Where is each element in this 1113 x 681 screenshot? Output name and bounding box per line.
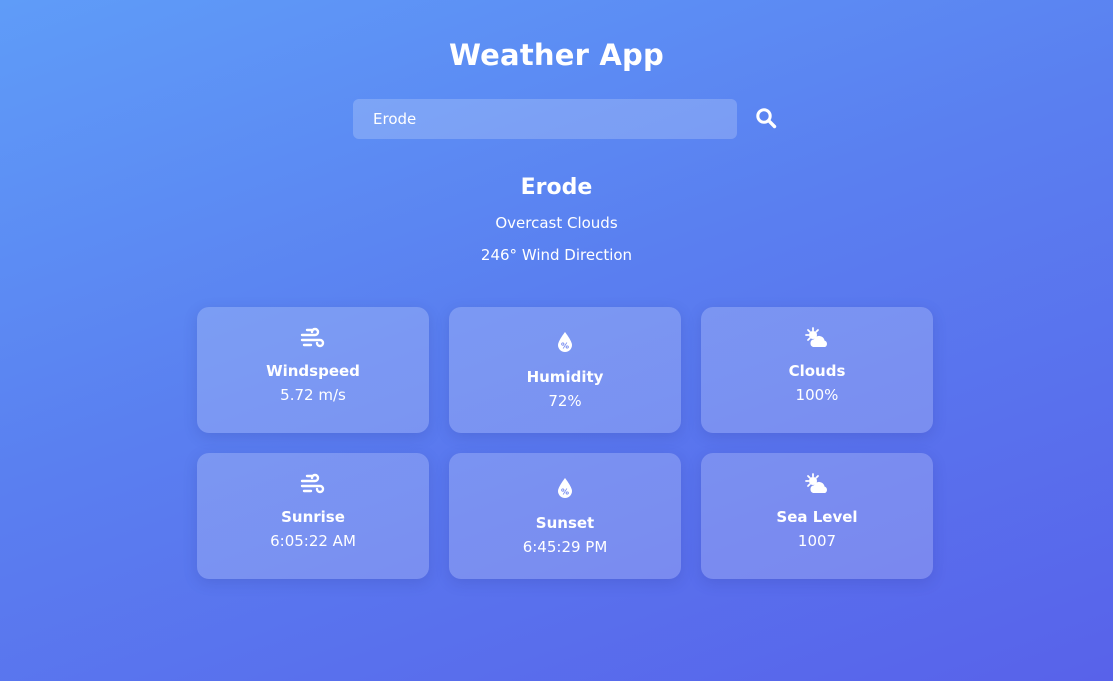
svg-text:%: % [561, 488, 569, 497]
search-icon [756, 108, 777, 129]
card-label: Humidity [526, 368, 604, 386]
card-sea-level: Sea Level 1007 [701, 453, 933, 579]
card-label: Sunset [535, 514, 595, 532]
search-bar [353, 99, 783, 139]
card-humidity: % Humidity 72% [449, 307, 681, 433]
card-clouds: Clouds 100% [701, 307, 933, 433]
card-label: Sea Level [776, 508, 858, 526]
wind-icon [300, 327, 325, 348]
card-sunset: % Sunset 6:45:29 PM [449, 453, 681, 579]
card-label: Clouds [788, 362, 846, 380]
card-label: Sunrise [281, 508, 345, 526]
wind-icon [300, 473, 325, 494]
card-value: 100% [795, 386, 839, 404]
card-windspeed: Windspeed 5.72 m/s [197, 307, 429, 433]
humidity-drop-icon: % [558, 332, 572, 352]
search-input[interactable] [353, 99, 737, 139]
city-name: Erode [520, 175, 593, 200]
cloud-sun-icon [805, 473, 827, 493]
card-value: 72% [548, 392, 582, 410]
card-value: 5.72 m/s [280, 386, 346, 404]
card-sunrise: Sunrise 6:05:22 AM [197, 453, 429, 579]
app-title: Weather App [449, 38, 664, 72]
card-value: 1007 [797, 532, 837, 550]
card-label: Windspeed [266, 362, 360, 380]
svg-text:%: % [561, 342, 569, 351]
wind-direction: 246° Wind Direction [480, 246, 633, 264]
humidity-drop-icon: % [558, 478, 572, 498]
weather-description: Overcast Clouds [495, 214, 618, 232]
search-button[interactable] [753, 107, 779, 131]
cloud-sun-icon [805, 327, 827, 347]
card-value: 6:05:22 AM [270, 532, 356, 550]
card-value: 6:45:29 PM [522, 538, 608, 556]
